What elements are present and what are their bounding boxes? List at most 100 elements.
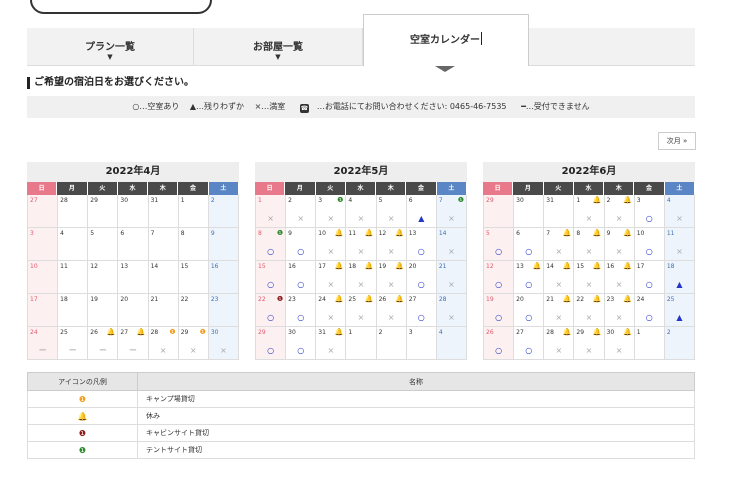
bell-icon: 🔔 — [622, 328, 632, 336]
calendar-week-row: 12 ○ 13 🔔 ○ 14 🔔 × 15 🔔 × 16 🔔 × 17 ○ 18 ▲ — [483, 261, 695, 294]
calendar-day-cell[interactable]: 27 ○ — [514, 327, 545, 359]
calendar-day-cell[interactable]: 23 ○ — [286, 294, 317, 326]
calendar-day-cell[interactable]: 10 ○ — [634, 228, 665, 260]
calendar-day-cell[interactable]: 30 ○ — [286, 327, 317, 359]
tab-plan-list[interactable]: プラン一覧 ▼ — [27, 28, 194, 66]
legend-row-name: キャンプ場貸切 — [137, 390, 695, 408]
calendar-day-cell[interactable]: 17 ○ — [634, 261, 665, 293]
tab-room-list[interactable]: お部屋一覧 ▼ — [194, 28, 363, 66]
day-number: 12 — [378, 230, 387, 237]
calendar-day-cell[interactable]: 28 🔔 × — [544, 327, 575, 359]
calendar-day-cell[interactable]: 30 × — [208, 327, 239, 359]
calendar-day-cell[interactable]: 11 🔔 × — [346, 228, 377, 260]
calendar-day-cell[interactable]: 13 🔔 ○ — [514, 261, 545, 293]
caret-down-icon: ▼ — [275, 53, 281, 61]
calendar-day-cell[interactable]: 8 🔔 × — [574, 228, 605, 260]
calendar-day-cell[interactable]: 5 × — [376, 195, 407, 227]
calendar-day-cell[interactable]: 4 × — [664, 195, 695, 227]
calendar-day-cell[interactable]: 9 ○ — [286, 228, 317, 260]
calendar-day-cell[interactable]: 18 ▲ — [664, 261, 695, 293]
calendar-day-cell[interactable]: 19 🔔 × — [376, 261, 407, 293]
day-number: 2 — [288, 197, 292, 204]
calendar-day-cell[interactable]: 6 ▲ — [406, 195, 437, 227]
calendar-day-cell[interactable]: 25 🔔 × — [346, 294, 377, 326]
availability-status: × — [555, 313, 563, 322]
calendar-day-cell[interactable]: 30 🔔 × — [604, 327, 635, 359]
calendar-day-cell[interactable]: 9 🔔 × — [604, 228, 635, 260]
day-number: 27 — [516, 329, 524, 336]
availability-status: ○ — [267, 313, 275, 322]
day-number: 25 — [60, 329, 68, 336]
calendar-day-cell[interactable]: 31 🔔 × — [316, 327, 347, 359]
day-number: 8 — [576, 230, 581, 237]
calendar-day-cell[interactable]: 23 🔔 × — [604, 294, 635, 326]
calendar-day-cell[interactable]: 18 🔔 × — [346, 261, 377, 293]
calendar-day-cell[interactable]: 24 🔔 × — [316, 294, 347, 326]
calendar-day-cell[interactable]: 4 × — [346, 195, 377, 227]
calendar-day-cell[interactable]: 1 🔔 × — [574, 195, 605, 227]
calendar-day-cell[interactable]: 3 ○ — [634, 195, 665, 227]
calendar-day-cell[interactable]: 17 🔔 × — [316, 261, 347, 293]
availability-status: × — [387, 280, 395, 289]
calendar-day-cell[interactable]: 25 ー — [58, 327, 89, 359]
calendar-day-cell[interactable]: 27 ○ — [406, 294, 437, 326]
calendar-day-cell[interactable]: 29 ○ — [255, 327, 287, 359]
availability-status: × — [267, 214, 274, 223]
bell-icon: 🔔 — [136, 328, 146, 336]
calendar-day-cell[interactable]: 1 × — [255, 195, 287, 227]
calendar-day-cell[interactable]: 2 🔔 × — [604, 195, 635, 227]
day-number: 16 — [606, 263, 615, 270]
calendar-day-cell[interactable]: 21 🔔 × — [544, 294, 575, 326]
calendar-day-cell[interactable]: 8 ❶ ○ — [255, 228, 287, 260]
calendar-day-cell[interactable]: 26 🔔 ー — [88, 327, 119, 359]
calendar-day-cell[interactable]: 19 ○ — [483, 294, 515, 326]
tab-vacancy-calendar[interactable]: 空室カレンダー — [363, 14, 529, 66]
calendar-day-cell[interactable]: 24 ー — [27, 327, 59, 359]
calendar-day-cell[interactable]: 11 × — [664, 228, 695, 260]
calendar-day-cell[interactable]: 26 ○ — [483, 327, 515, 359]
calendar-day-cell[interactable]: 26 🔔 × — [376, 294, 407, 326]
calendar-day-cell[interactable]: 5 ○ — [483, 228, 515, 260]
calendar-day-cell[interactable]: 13 ○ — [406, 228, 437, 260]
calendar-day-cell: 2 — [376, 327, 407, 359]
calendar-week-row: 19 ○ 20 ○ 21 🔔 × 22 🔔 × 23 🔔 × 24 ○ 25 ▲ — [483, 294, 695, 327]
weekday-label: 月 — [513, 182, 544, 195]
calendar-day-cell[interactable]: 22 ❶ ○ — [255, 294, 287, 326]
calendar-day-cell[interactable]: 28 × — [436, 294, 467, 326]
calendar-day-cell[interactable]: 14 🔔 × — [544, 261, 575, 293]
calendar-day-cell[interactable]: 2 × — [286, 195, 317, 227]
calendar-day-cell[interactable]: 16 🔔 × — [604, 261, 635, 293]
calendar-day-cell[interactable]: 27 🔔 ー — [118, 327, 149, 359]
calendar-day-cell[interactable]: 25 ▲ — [664, 294, 695, 326]
calendar-day-cell[interactable]: 7 🔔 × — [544, 228, 575, 260]
calendar-day-cell[interactable]: 20 ○ — [406, 261, 437, 293]
availability-status: × — [615, 346, 623, 355]
day-number: 7 — [546, 230, 551, 237]
calendar-day-cell[interactable]: 20 ○ — [514, 294, 545, 326]
bell-icon: 🔔 — [334, 328, 344, 336]
calendar-day-cell[interactable]: 29 🔔 × — [574, 327, 605, 359]
next-month-button[interactable]: 次月 » — [658, 132, 696, 150]
calendar-day-cell[interactable]: 3 ❶ × — [316, 195, 347, 227]
availability-status: ー — [98, 346, 107, 355]
icon-legend-table: アイコンの凡例 名称 ❶ キャンプ場貸切 🔔 休み ❶ キャビンサイト貸切 ❶ テントサイト貸… — [27, 372, 695, 459]
nav-tabs: プラン一覧 ▼ お部屋一覧 ▼ 空室カレンダー — [27, 14, 695, 66]
calendar-day-cell[interactable]: 28 ❶ × — [148, 327, 179, 359]
calendar-day-cell[interactable]: 15 🔔 × — [574, 261, 605, 293]
calendar-day-cell[interactable]: 10 🔔 × — [316, 228, 347, 260]
availability-status: ○ — [645, 313, 653, 322]
calendar-day-cell[interactable]: 22 🔔 × — [574, 294, 605, 326]
tent-icon: ❶ — [78, 445, 87, 455]
calendar-day-cell[interactable]: 24 ○ — [634, 294, 665, 326]
day-number: 29 — [90, 197, 98, 204]
calendar-day-cell[interactable]: 14 × — [436, 228, 467, 260]
calendar-day-cell: 2 — [664, 327, 695, 359]
calendar-day-cell[interactable]: 12 🔔 × — [376, 228, 407, 260]
calendar-day-cell[interactable]: 12 ○ — [483, 261, 515, 293]
calendar-day-cell[interactable]: 21 × — [436, 261, 467, 293]
calendar-day-cell[interactable]: 6 ○ — [514, 228, 545, 260]
calendar-day-cell[interactable]: 15 ○ — [255, 261, 287, 293]
calendar-day-cell[interactable]: 7 ❶ × — [436, 195, 467, 227]
calendar-day-cell[interactable]: 16 ○ — [286, 261, 317, 293]
calendar-day-cell[interactable]: 29 ❶ × — [178, 327, 209, 359]
